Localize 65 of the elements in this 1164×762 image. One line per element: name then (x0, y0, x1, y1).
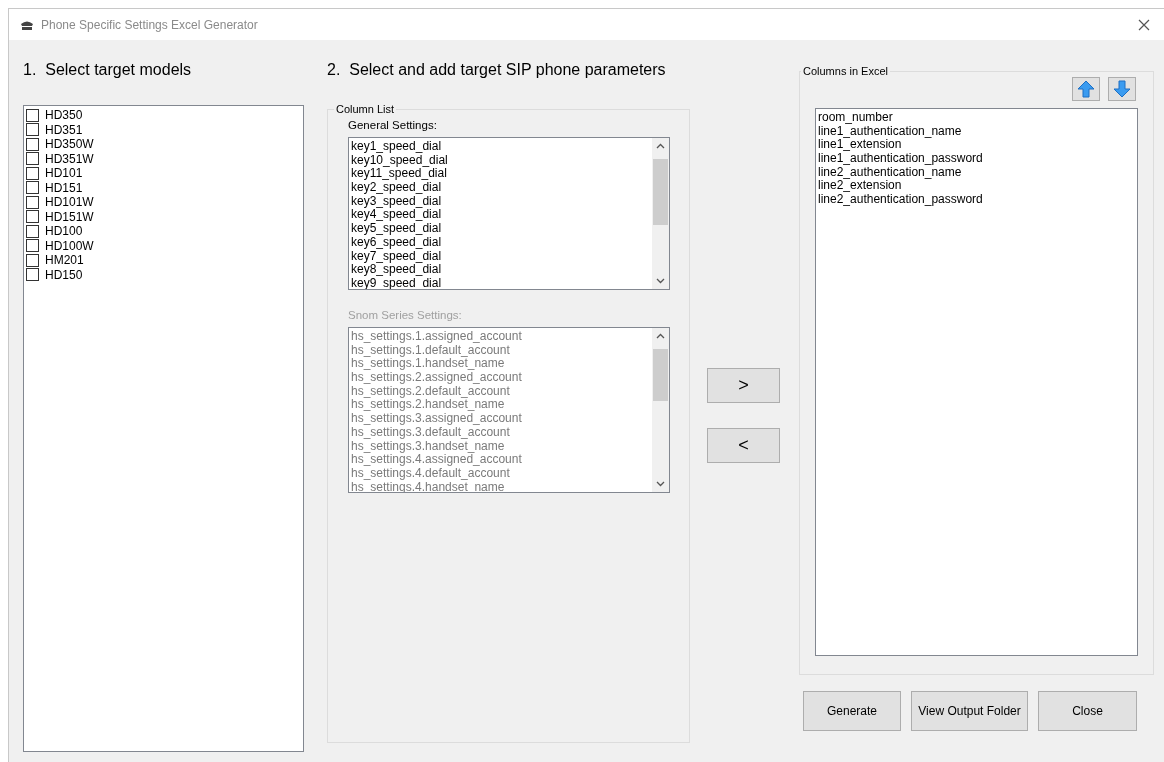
model-label[interactable]: HD100 (45, 224, 83, 239)
model-label[interactable]: HD151W (45, 209, 94, 224)
scroll-down-icon[interactable] (656, 481, 665, 487)
list-item[interactable]: line2_extension (818, 179, 1135, 194)
list-item[interactable]: key4_speed_dial (351, 208, 650, 223)
scroll-up-icon[interactable] (656, 333, 665, 339)
list-label: General Settings: (348, 119, 438, 131)
checkbox[interactable] (26, 123, 39, 137)
list-item[interactable]: key3_speed_dial (351, 194, 650, 209)
close-icon[interactable] (1138, 18, 1150, 31)
model-label[interactable]: HD101W (45, 195, 94, 210)
checkbox[interactable] (26, 239, 39, 253)
model-label[interactable]: HD150 (45, 267, 83, 282)
checkbox[interactable] (26, 181, 39, 195)
model-label[interactable]: HD101 (45, 166, 83, 181)
section-heading: 1. Select target models (23, 60, 193, 79)
scroll-down-icon[interactable] (656, 278, 665, 284)
scrollbar[interactable] (652, 138, 669, 289)
move-up-button[interactable] (1072, 77, 1100, 101)
model-label[interactable]: HD350W (45, 137, 94, 152)
phone-icon (20, 19, 34, 30)
arrow-down-icon (1113, 80, 1131, 98)
model-label[interactable]: HD351 (45, 122, 83, 137)
list-item[interactable]: line1_extension (818, 138, 1135, 153)
checkbox[interactable] (26, 210, 39, 224)
list-item[interactable]: line1_authentication_name (818, 124, 1135, 139)
list-item[interactable]: key10_speed_dial (351, 153, 650, 168)
checkbox[interactable] (26, 166, 39, 180)
list-item[interactable]: line2_authentication_password (818, 193, 1135, 207)
action-button[interactable]: Close (1038, 691, 1137, 731)
arrow-up-icon (1077, 80, 1095, 98)
list-item[interactable]: key1_speed_dial (351, 140, 650, 154)
model-label[interactable]: HM201 (45, 253, 84, 268)
scroll-up-icon[interactable] (656, 143, 665, 149)
move-down-button[interactable] (1108, 77, 1136, 101)
checkbox[interactable] (26, 108, 39, 122)
group-title: Column List (335, 103, 396, 115)
list-item[interactable]: key6_speed_dial (351, 235, 650, 250)
list-item[interactable]: key8_speed_dial (351, 263, 650, 277)
model-label[interactable]: HD350 (45, 108, 83, 123)
model-label[interactable]: HD100W (45, 238, 94, 253)
action-button[interactable]: View Output Folder (911, 691, 1028, 731)
list-item[interactable]: key11_speed_dial (351, 167, 650, 182)
list-item[interactable]: room_number (818, 111, 1135, 125)
list-item[interactable]: key5_speed_dial (351, 222, 650, 236)
checkbox[interactable] (26, 137, 39, 151)
section-heading: 2. Select and add target SIP phone parameters (327, 60, 667, 79)
checkbox[interactable] (26, 253, 39, 267)
scrollbar[interactable] (652, 328, 669, 492)
action-button[interactable]: Generate (803, 691, 901, 731)
checkbox[interactable] (26, 268, 39, 282)
model-label[interactable]: HD151 (45, 180, 83, 195)
list-label: Snom Series Settings: (348, 309, 463, 321)
list-item[interactable]: key7_speed_dial (351, 249, 650, 264)
checkbox[interactable] (26, 195, 39, 209)
checkbox[interactable] (26, 224, 39, 238)
list-item[interactable]: key2_speed_dial (351, 181, 650, 195)
list-item[interactable]: line1_authentication_password (818, 152, 1135, 166)
transfer-button[interactable]: < (707, 428, 780, 463)
list-item[interactable]: line2_authentication_name (818, 165, 1135, 180)
transfer-button[interactable]: > (707, 368, 780, 403)
window-title: Phone Specific Settings Excel Generator (41, 17, 258, 32)
checkbox[interactable] (26, 152, 39, 166)
model-label[interactable]: HD351W (45, 151, 94, 166)
group-title: Columns in Excel (802, 65, 889, 77)
